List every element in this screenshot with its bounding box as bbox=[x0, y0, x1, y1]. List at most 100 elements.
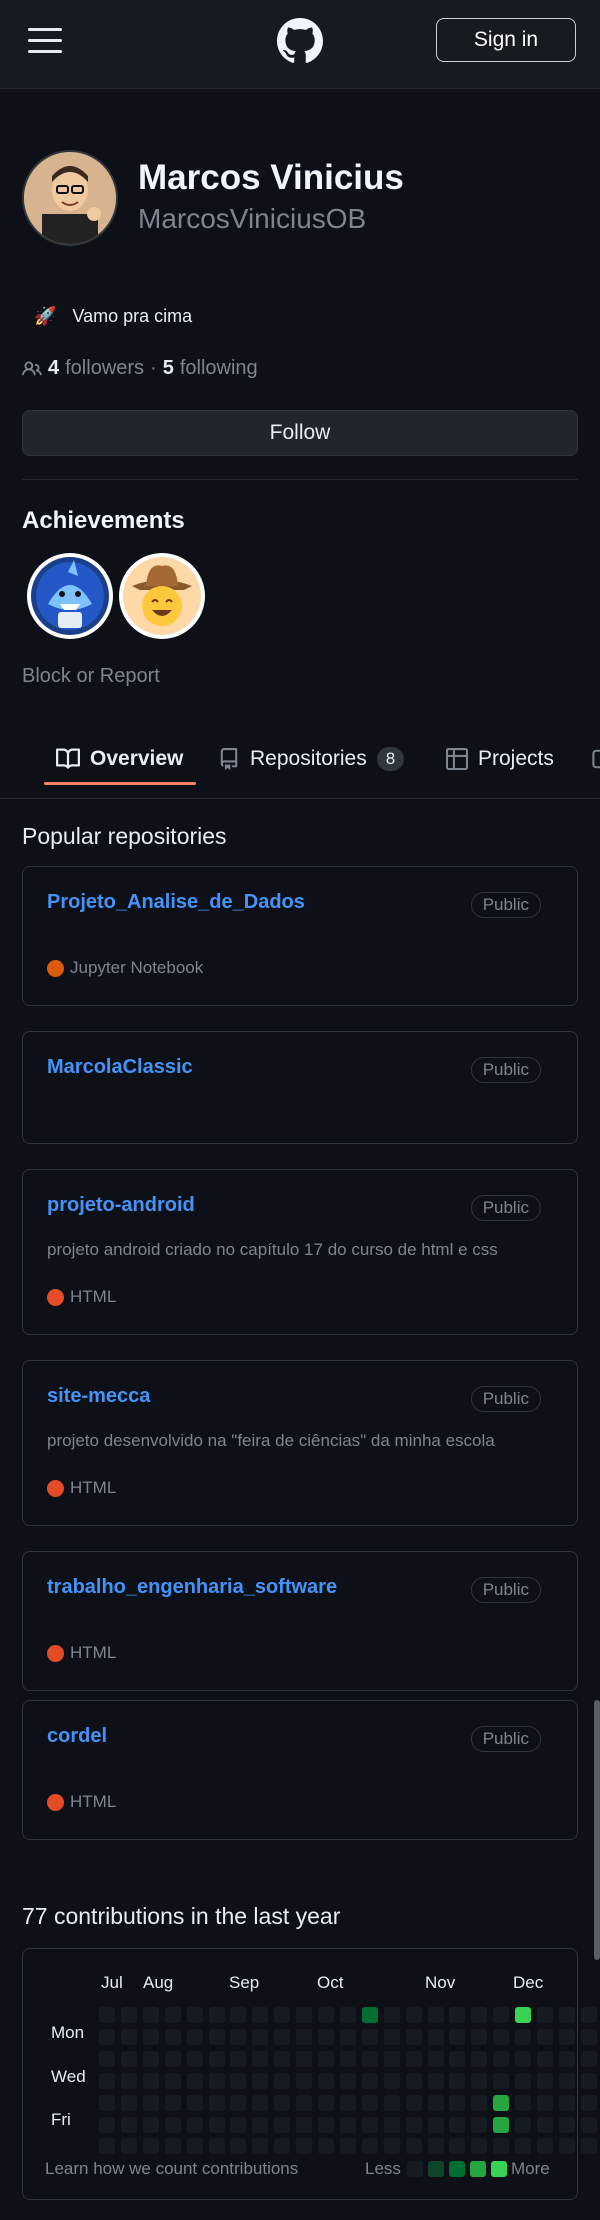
contribution-cell[interactable] bbox=[449, 2050, 466, 2067]
contribution-cell[interactable] bbox=[120, 2094, 137, 2111]
contribution-cell[interactable] bbox=[208, 2094, 225, 2111]
contribution-cell[interactable] bbox=[471, 2116, 488, 2133]
contribution-cell[interactable] bbox=[427, 2050, 444, 2067]
contribution-cell[interactable] bbox=[537, 2094, 553, 2111]
contribution-cell[interactable] bbox=[208, 2050, 225, 2067]
contribution-cell[interactable] bbox=[99, 2094, 115, 2111]
contribution-cell[interactable] bbox=[449, 2138, 466, 2155]
contribution-cell[interactable] bbox=[318, 2028, 334, 2045]
contribution-cell[interactable] bbox=[449, 2116, 466, 2133]
contribution-cell[interactable] bbox=[99, 2050, 115, 2067]
contribution-cell[interactable] bbox=[142, 2050, 159, 2067]
contribution-cell[interactable] bbox=[580, 2050, 597, 2067]
contribution-cell[interactable] bbox=[427, 2116, 444, 2133]
contribution-cell[interactable] bbox=[120, 2072, 137, 2089]
contribution-cell[interactable] bbox=[186, 2094, 203, 2111]
contribution-cell[interactable] bbox=[318, 2138, 334, 2155]
contribution-cell[interactable] bbox=[142, 2028, 159, 2045]
contribution-cell[interactable] bbox=[164, 2028, 181, 2045]
contribution-cell[interactable] bbox=[186, 2007, 203, 2023]
contribution-cell[interactable] bbox=[558, 2050, 575, 2067]
repo-name-link[interactable]: Projeto_Analise_de_Dados bbox=[47, 891, 305, 914]
contribution-cell[interactable] bbox=[274, 2094, 291, 2111]
contribution-cell[interactable] bbox=[120, 2007, 137, 2023]
followers-link[interactable]: followers bbox=[65, 357, 144, 380]
contribution-cell[interactable] bbox=[515, 2050, 532, 2067]
contribution-cell[interactable] bbox=[142, 2007, 159, 2023]
following-count[interactable]: 5 bbox=[163, 357, 174, 380]
contribution-cell[interactable] bbox=[230, 2094, 247, 2111]
contribution-cell[interactable] bbox=[449, 2007, 466, 2023]
contribution-cell[interactable] bbox=[186, 2116, 203, 2133]
contribution-cell[interactable] bbox=[493, 2094, 510, 2111]
contribution-cell[interactable] bbox=[186, 2138, 203, 2155]
contribution-cell[interactable] bbox=[383, 2050, 400, 2067]
contribution-cell[interactable] bbox=[493, 2028, 510, 2045]
contribution-cell[interactable] bbox=[296, 2116, 313, 2133]
contribution-cell[interactable] bbox=[427, 2072, 444, 2089]
contribution-cell[interactable] bbox=[120, 2028, 137, 2045]
followers-count[interactable]: 4 bbox=[48, 357, 59, 380]
scrollbar[interactable] bbox=[594, 1700, 600, 1960]
contribution-cell[interactable] bbox=[186, 2072, 203, 2089]
contribution-cell[interactable] bbox=[558, 2094, 575, 2111]
contribution-cell[interactable] bbox=[515, 2028, 532, 2045]
github-logo-icon[interactable] bbox=[277, 18, 323, 64]
achievement-cowboy-badge[interactable] bbox=[118, 552, 206, 640]
contribution-cell[interactable] bbox=[471, 2007, 488, 2023]
contribution-cell[interactable] bbox=[558, 2116, 575, 2133]
contribution-cell[interactable] bbox=[493, 2116, 510, 2133]
contribution-cell[interactable] bbox=[405, 2050, 422, 2067]
contribution-cell[interactable] bbox=[120, 2138, 137, 2155]
contribution-cell[interactable] bbox=[252, 2007, 269, 2023]
contribution-cell[interactable] bbox=[274, 2138, 291, 2155]
contribution-cell[interactable] bbox=[208, 2116, 225, 2133]
contribution-cell[interactable] bbox=[252, 2072, 269, 2089]
contribution-cell[interactable] bbox=[142, 2116, 159, 2133]
tab-overview[interactable]: Overview bbox=[56, 720, 183, 798]
contribution-cell[interactable] bbox=[252, 2050, 269, 2067]
contribution-cell[interactable] bbox=[537, 2138, 553, 2155]
contribution-cell[interactable] bbox=[339, 2050, 356, 2067]
contribution-cell[interactable] bbox=[318, 2116, 334, 2133]
contribution-cell[interactable] bbox=[296, 2072, 313, 2089]
contribution-cell[interactable] bbox=[558, 2007, 575, 2023]
sign-in-button[interactable]: Sign in bbox=[436, 18, 576, 62]
contribution-cell[interactable] bbox=[427, 2028, 444, 2045]
contribution-cell[interactable] bbox=[99, 2138, 115, 2155]
contribution-cell[interactable] bbox=[99, 2028, 115, 2045]
contribution-cell[interactable] bbox=[99, 2072, 115, 2089]
contribution-cell[interactable] bbox=[405, 2072, 422, 2089]
repo-name-link[interactable]: site-mecca bbox=[47, 1385, 150, 1408]
contribution-cell[interactable] bbox=[339, 2072, 356, 2089]
contribution-cell[interactable] bbox=[493, 2138, 510, 2155]
contribution-cell[interactable] bbox=[99, 2007, 115, 2023]
contribution-cell[interactable] bbox=[296, 2138, 313, 2155]
contribution-cell[interactable] bbox=[537, 2007, 553, 2023]
contribution-cell[interactable] bbox=[471, 2028, 488, 2045]
contribution-cell[interactable] bbox=[274, 2050, 291, 2067]
contribution-cell[interactable] bbox=[427, 2007, 444, 2023]
repo-name-link[interactable]: projeto-android bbox=[47, 1194, 195, 1217]
contribution-cell[interactable] bbox=[580, 2007, 597, 2023]
contribution-cell[interactable] bbox=[318, 2050, 334, 2067]
contribution-cell[interactable] bbox=[164, 2138, 181, 2155]
contribution-cell[interactable] bbox=[318, 2072, 334, 2089]
contribution-cell[interactable] bbox=[361, 2138, 378, 2155]
contribution-cell[interactable] bbox=[339, 2116, 356, 2133]
contribution-cell[interactable] bbox=[252, 2116, 269, 2133]
contribution-cell[interactable] bbox=[383, 2028, 400, 2045]
contribution-cell[interactable] bbox=[405, 2138, 422, 2155]
contribution-cell[interactable] bbox=[296, 2094, 313, 2111]
tab-projects[interactable]: Projects bbox=[446, 720, 554, 798]
contribution-cell[interactable] bbox=[580, 2028, 597, 2045]
contribution-cell[interactable] bbox=[120, 2116, 137, 2133]
contribution-cell[interactable] bbox=[361, 2072, 378, 2089]
contribution-cell[interactable] bbox=[449, 2094, 466, 2111]
contribution-cell[interactable] bbox=[383, 2138, 400, 2155]
contribution-cell[interactable] bbox=[580, 2094, 597, 2111]
tab-repositories[interactable]: Repositories 8 bbox=[218, 720, 405, 798]
contribution-cell[interactable] bbox=[558, 2072, 575, 2089]
contribution-cell[interactable] bbox=[230, 2050, 247, 2067]
contribution-cell[interactable] bbox=[427, 2138, 444, 2155]
